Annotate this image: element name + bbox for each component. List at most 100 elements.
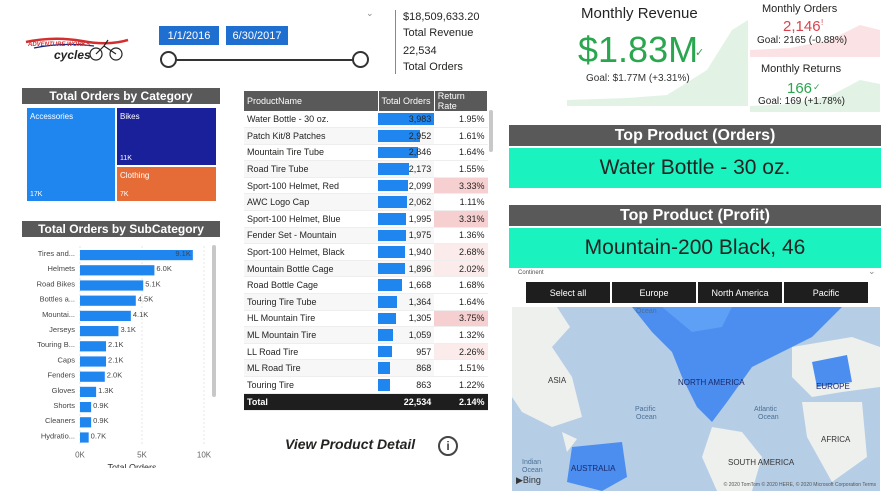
return-rate-cell: 1.68% xyxy=(434,276,488,295)
chevron-down-icon[interactable]: ⌄ xyxy=(366,8,374,19)
return-rate-cell: 1.32% xyxy=(434,326,488,344)
bar xyxy=(80,326,119,337)
treemap-tile-clothing[interactable]: Clothing 7K xyxy=(117,167,216,201)
start-date-input[interactable]: 1/1/2016 xyxy=(159,26,219,45)
logo-brand-bottom: cycles xyxy=(54,48,91,62)
slicer-pacific[interactable]: Pacific xyxy=(784,282,868,303)
kpi-divider xyxy=(395,10,396,74)
table-row[interactable]: Road Tire Tube 2,173 1.55% xyxy=(244,160,488,178)
total-orders-cell: 863 xyxy=(378,376,435,394)
slicer-north-america[interactable]: North America xyxy=(698,282,782,303)
map-label-indian-ocean: Ocean xyxy=(522,467,543,474)
slicer-select-all[interactable]: Select all xyxy=(526,282,610,303)
product-name-cell: Fender Set - Mountain xyxy=(244,227,379,245)
world-map[interactable]: Ocean ASIA NORTH AMERICA EUROPE Pacific … xyxy=(512,307,880,491)
data-label: 5.1K xyxy=(145,279,160,288)
y-category-label: Touring B... xyxy=(37,340,75,349)
tile-label: Bikes xyxy=(120,112,140,121)
table-row[interactable]: Mountain Bottle Cage 1,896 2.02% xyxy=(244,260,488,278)
data-label: 0.7K xyxy=(91,431,106,440)
y-category-label: Caps xyxy=(57,355,75,364)
date-slider-track[interactable] xyxy=(168,59,360,61)
date-slider-end-handle[interactable] xyxy=(352,51,369,68)
x-tick-label: 10K xyxy=(197,451,212,460)
info-icon[interactable]: i xyxy=(438,436,458,456)
data-label: 2.1K xyxy=(108,340,123,349)
table-row[interactable]: Road Bottle Cage 1,668 1.68% xyxy=(244,276,488,295)
total-orders-cell: 2,173 xyxy=(378,160,435,178)
total-orders-cell: 1,364 xyxy=(378,293,435,311)
total-orders-value: 22,534 xyxy=(403,45,437,57)
map-label-pacific: Pacific xyxy=(635,406,656,413)
y-category-label: Shorts xyxy=(53,401,75,410)
table-scrollbar[interactable] xyxy=(489,110,493,152)
return-rate-cell: 1.11% xyxy=(434,193,488,212)
checkmark-icon: ✓ xyxy=(695,47,705,59)
total-orders-cell: 1,668 xyxy=(378,276,435,295)
column-header-product-name[interactable]: ProductName xyxy=(244,91,379,111)
data-label: 4.1K xyxy=(133,310,148,319)
orders-value: 1,896 xyxy=(408,263,432,274)
table-row[interactable]: HL Mountain Tire 1,305 3.75% xyxy=(244,310,488,328)
slicer-europe[interactable]: Europe xyxy=(612,282,696,303)
return-rate-cell: 1.64% xyxy=(434,144,488,162)
table-row[interactable]: Fender Set - Mountain 1,975 1.36% xyxy=(244,227,488,245)
map-label-pacific-ocean: Ocean xyxy=(636,414,657,421)
map-label-africa: AFRICA xyxy=(821,435,851,444)
total-orders-cell: 2,846 xyxy=(378,144,435,162)
return-rate-cell: 1.51% xyxy=(434,359,488,377)
bar xyxy=(80,371,105,382)
table-row[interactable]: Sport-100 Helmet, Blue 1,995 3.31% xyxy=(244,210,488,228)
return-rate-cell: 3.33% xyxy=(434,177,488,195)
table-row[interactable]: Touring Tire Tube 1,364 1.64% xyxy=(244,293,488,311)
table-row[interactable]: ML Mountain Tire 1,059 1.32% xyxy=(244,326,488,344)
bar xyxy=(80,280,144,291)
view-product-detail-button[interactable]: View Product Detail xyxy=(285,436,415,452)
column-header-total-orders[interactable]: Total Orders xyxy=(378,91,435,111)
bar xyxy=(80,417,92,428)
bar xyxy=(80,310,131,321)
table-row[interactable]: AWC Logo Cap 2,062 1.11% xyxy=(244,193,488,212)
subcategory-bar-chart: 0K 5K 10K Tires and... 9.1K Helmets 6.0K Road B… xyxy=(37,246,212,468)
table-row[interactable]: Mountain Tire Tube 2,846 1.64% xyxy=(244,144,488,162)
product-name-cell: Mountain Bottle Cage xyxy=(244,260,379,278)
y-category-label: Fenders xyxy=(47,371,75,380)
top-product-orders-value: Water Bottle - 30 oz. xyxy=(509,148,881,188)
total-orders-cell: 2,099 xyxy=(378,177,435,195)
orders-value: 868 xyxy=(416,363,432,374)
table-row[interactable]: Touring Tire 863 1.22% xyxy=(244,376,488,394)
data-label: 3.1K xyxy=(120,325,135,334)
date-slider-start-handle[interactable] xyxy=(160,51,177,68)
treemap-tile-accessories[interactable]: Accessories 17K xyxy=(27,108,115,201)
table-row[interactable]: ML Road Tire 868 1.51% xyxy=(244,359,488,377)
bar xyxy=(80,402,92,413)
map-label-ocean-top: Ocean xyxy=(636,308,657,315)
orders-value: 2,952 xyxy=(408,130,432,141)
table-row[interactable]: Water Bottle - 30 oz. 3,983 1.95% xyxy=(244,111,488,129)
tile-label: Accessories xyxy=(30,112,74,121)
product-name-cell: HL Mountain Tire xyxy=(244,310,379,328)
orders-data-bar xyxy=(378,296,398,308)
map-attribution[interactable]: © 2020 TomTom © 2020 HERE, © 2020 Micros… xyxy=(724,482,876,488)
product-name-cell: AWC Logo Cap xyxy=(244,193,379,212)
product-name-cell: Sport-100 Helmet, Blue xyxy=(244,210,379,228)
orders-value: 863 xyxy=(416,379,432,390)
bar xyxy=(80,432,89,443)
orders-data-bar xyxy=(378,362,391,374)
product-name-cell: Touring Tire xyxy=(244,376,379,394)
product-name-cell: LL Road Tire xyxy=(244,343,379,361)
table-row[interactable]: Sport-100 Helmet, Black 1,940 2.68% xyxy=(244,243,488,261)
table-row[interactable]: Sport-100 Helmet, Red 2,099 3.33% xyxy=(244,177,488,195)
chart-scrollbar[interactable] xyxy=(212,245,216,397)
monthly-returns-value: 166 xyxy=(787,80,813,97)
bar xyxy=(80,265,155,276)
chevron-down-icon[interactable]: ⌄ xyxy=(868,266,876,277)
column-header-return-rate[interactable]: Return Rate xyxy=(434,91,488,111)
table-row[interactable]: Patch Kit/8 Patches 2,952 1.61% xyxy=(244,127,488,145)
table-row[interactable]: LL Road Tire 957 2.26% xyxy=(244,343,488,361)
orders-value: 957 xyxy=(416,346,432,357)
treemap-tile-bikes[interactable]: Bikes 11K xyxy=(117,108,216,165)
y-category-label: Road Bikes xyxy=(37,279,76,288)
bing-logo-icon: ▶Bing xyxy=(516,475,541,485)
end-date-input[interactable]: 6/30/2017 xyxy=(226,26,288,45)
